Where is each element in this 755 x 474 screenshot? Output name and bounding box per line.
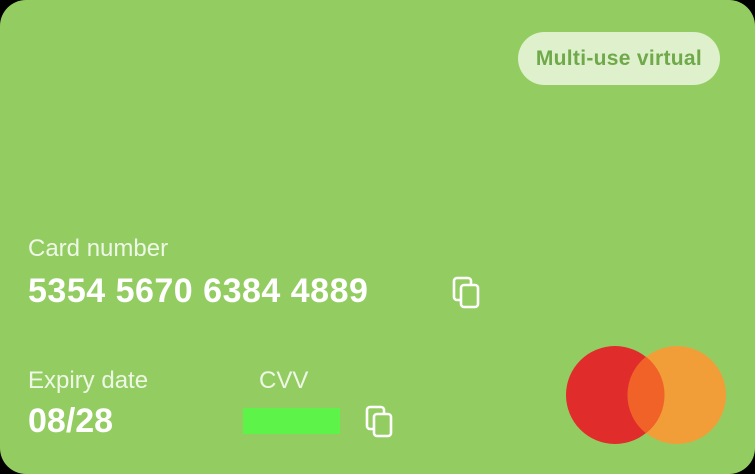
virtual-card: Multi-use virtual Card number 5354 5670 … (0, 0, 755, 474)
cvv-hidden-value (243, 408, 340, 434)
copy-card-number-icon[interactable] (452, 276, 482, 310)
mastercard-logo (566, 346, 726, 444)
card-number-value: 5354 5670 6384 4889 (28, 272, 369, 310)
card-type-badge: Multi-use virtual (517, 32, 720, 85)
card-number-label: Card number (28, 235, 169, 262)
expiry-date-value: 08/28 (28, 402, 114, 440)
copy-cvv-icon[interactable] (365, 405, 395, 439)
cvv-label: CVV (259, 367, 309, 394)
expiry-date-label: Expiry date (28, 367, 149, 394)
